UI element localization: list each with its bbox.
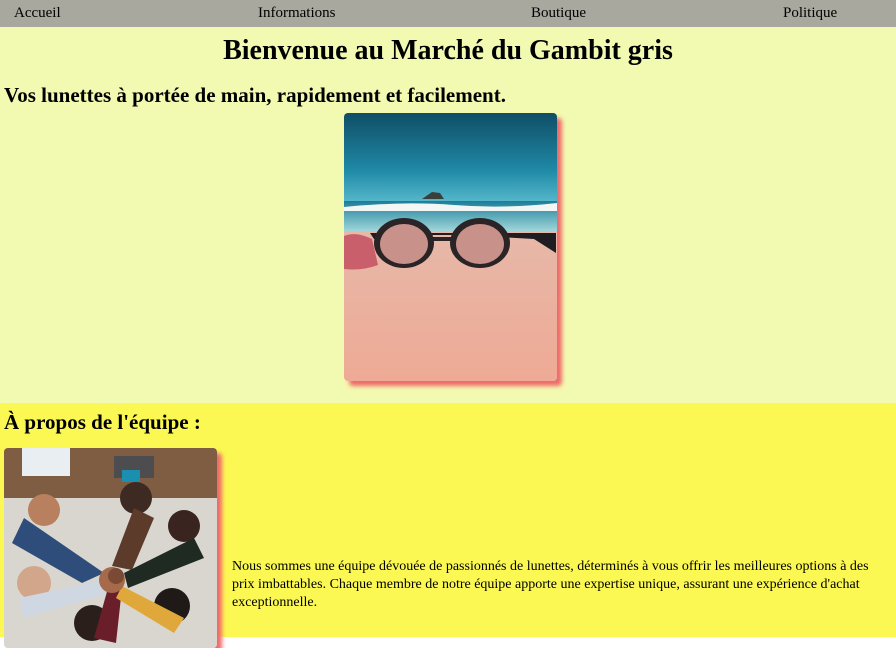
page-title: Bienvenue au Marché du Gambit gris: [223, 35, 673, 66]
sunglasses-beach-image: [344, 113, 557, 381]
team-description: Nous sommes une équipe dévouée de passio…: [232, 559, 869, 610]
team-hands-image: [4, 448, 217, 648]
team-section-title: À propos de l'équipe :: [4, 410, 201, 434]
hero-subtitle: Vos lunettes à portée de main, rapidemen…: [4, 83, 506, 107]
team-section: À propos de l'équipe : Nous sommes une é…: [0, 403, 896, 648]
nav-link-boutique[interactable]: Boutique: [531, 5, 586, 22]
top-nav: Accueil Informations Boutique Politique: [0, 0, 896, 27]
hero-section: Bienvenue au Marché du Gambit gris Vos l…: [0, 27, 896, 403]
nav-link-informations[interactable]: Informations: [258, 5, 335, 22]
nav-link-accueil[interactable]: Accueil: [14, 5, 61, 22]
nav-link-politique[interactable]: Politique: [783, 5, 837, 22]
